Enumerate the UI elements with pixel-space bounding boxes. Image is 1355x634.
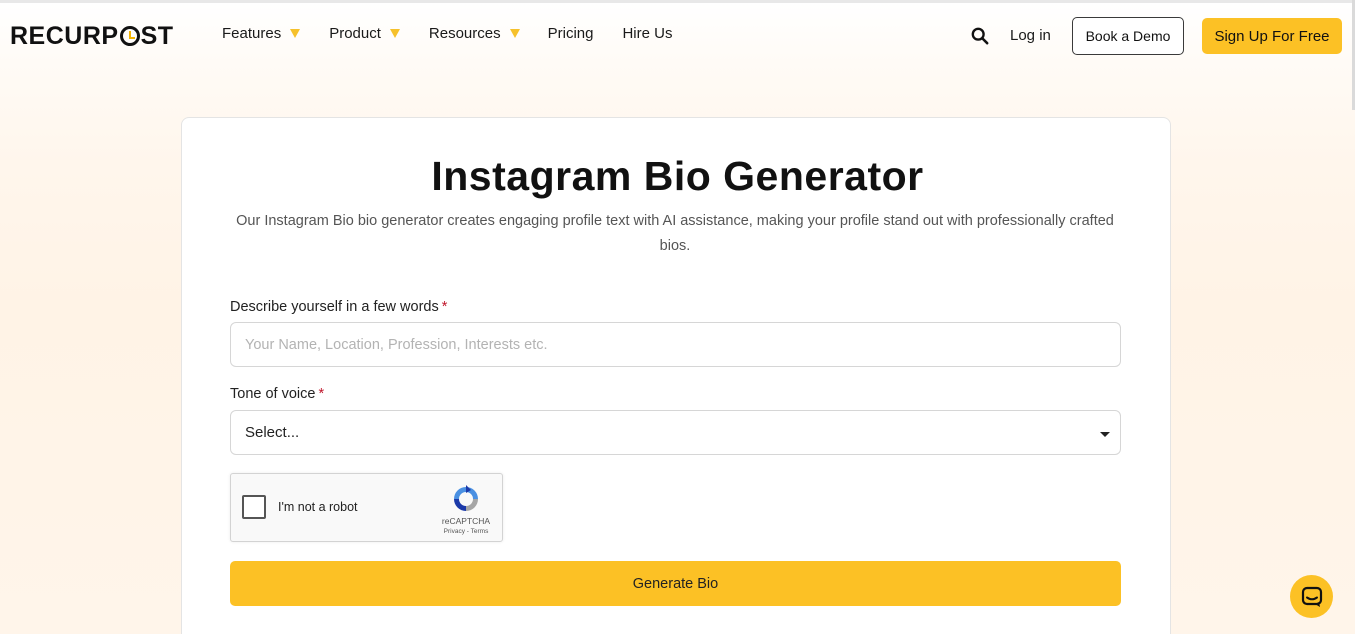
nav-item-features[interactable]: Features — [222, 25, 301, 42]
nav-label: Product — [329, 25, 381, 42]
chat-bubble-icon — [1301, 586, 1322, 607]
recaptcha-checkbox[interactable] — [242, 495, 266, 519]
tone-select-value: Select... — [245, 424, 300, 441]
nav-label: Pricing — [547, 25, 594, 42]
logo-clock-icon — [119, 26, 140, 46]
page-title: Instagram Bio Generator — [431, 153, 924, 199]
recaptcha-logo-icon — [454, 485, 478, 511]
describe-label: Describe yourself in a few words * — [230, 299, 447, 315]
chevron-down-icon — [389, 29, 400, 38]
logo-text-right: ST — [140, 21, 174, 50]
chevron-down-icon — [509, 29, 520, 38]
nav-item-hire-us[interactable]: Hire Us — [622, 25, 672, 42]
search-icon[interactable] — [971, 27, 989, 45]
nav-label: Resources — [428, 25, 501, 42]
chevron-down-icon — [290, 29, 301, 38]
nav-item-product[interactable]: Product — [329, 25, 400, 42]
recaptcha-widget: I'm not a robot reCAPTCHA Privacy - Term… — [230, 473, 503, 542]
chat-launcher-button[interactable] — [1290, 575, 1333, 618]
describe-input[interactable] — [230, 322, 1121, 367]
login-link[interactable]: Log in — [1010, 27, 1051, 44]
recaptcha-links[interactable]: Privacy - Terms — [436, 528, 496, 535]
nav-item-resources[interactable]: Resources — [429, 25, 520, 42]
nav-label: Hire Us — [622, 25, 673, 42]
main-nav: Features Product Resources Pricing Hire … — [222, 25, 672, 42]
nav-item-pricing[interactable]: Pricing — [548, 25, 594, 42]
logo-text-left: RECURP — [10, 21, 119, 50]
page-subtitle: Our Instagram Bio bio generator creates … — [236, 213, 1114, 254]
generate-bio-button[interactable]: Generate Bio — [230, 561, 1121, 606]
required-mark: * — [441, 299, 448, 315]
required-mark: * — [318, 386, 325, 402]
sign-up-button[interactable]: Sign Up For Free — [1202, 18, 1342, 54]
recaptcha-label: I'm not a robot — [278, 500, 358, 514]
nav-label: Features — [222, 25, 282, 42]
recaptcha-brand: reCAPTCHA — [441, 516, 491, 526]
site-header: RECURP ST Features Product Resources Pric… — [0, 3, 1355, 67]
tone-label: Tone of voice * — [230, 386, 324, 402]
tone-select[interactable]: Select... — [230, 410, 1121, 455]
describe-label-text: Describe yourself in a few words — [230, 299, 439, 315]
book-demo-button[interactable]: Book a Demo — [1072, 17, 1184, 55]
tone-label-text: Tone of voice — [230, 386, 316, 402]
recurpost-logo[interactable]: RECURP ST — [10, 21, 174, 50]
dropdown-caret-icon — [1100, 432, 1110, 437]
